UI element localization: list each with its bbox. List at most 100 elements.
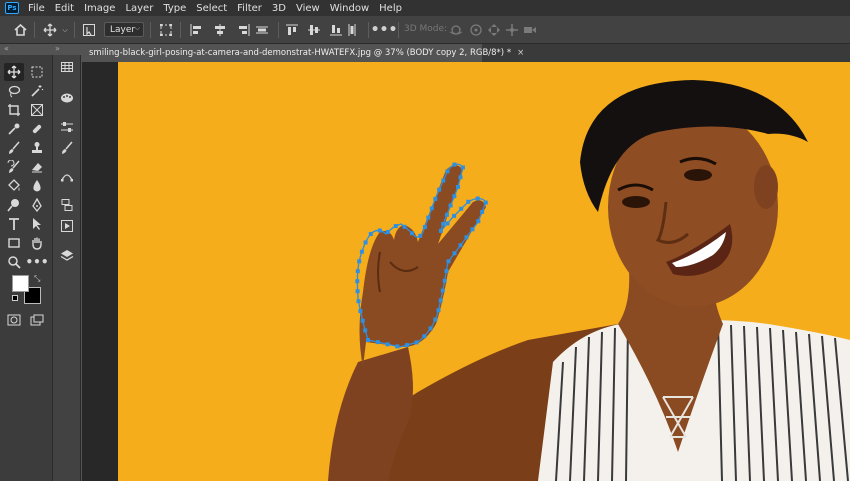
anchor-point[interactable] [452,213,457,218]
dodge-icon[interactable] [4,196,24,214]
type-icon[interactable] [4,215,24,233]
auto-select-target-dropdown[interactable]: Layer ⌵ [104,22,144,37]
anchor-point[interactable] [377,228,382,233]
anchor-point[interactable] [360,318,365,323]
auto-select-icon[interactable] [80,21,98,39]
anchor-point[interactable] [466,199,471,204]
zoom-icon[interactable] [4,253,24,271]
adjust-icon[interactable] [57,118,77,136]
swatches-icon[interactable] [57,58,77,76]
magic-wand-icon[interactable] [27,82,47,100]
align-left-icon[interactable] [186,21,206,39]
anchor-point[interactable] [429,206,434,211]
rectangle-icon[interactable] [4,234,24,252]
document-tab[interactable]: smiling-black-girl-posing-at-camera-and-… [82,44,524,62]
more-options-icon[interactable]: ••• [371,21,398,39]
more-tools-icon[interactable]: ••• [26,253,49,271]
distribute-vertical-icon[interactable] [342,21,362,39]
move-tool-icon[interactable] [4,63,24,81]
default-colors-icon[interactable] [12,295,18,301]
anchor-point[interactable] [438,228,443,233]
anchor-point[interactable] [440,288,445,293]
anchor-point[interactable] [446,259,451,264]
anchor-point[interactable] [437,187,442,192]
3d-orbit-icon[interactable] [446,21,466,39]
anchor-point[interactable] [393,224,398,228]
anchor-point[interactable] [456,184,460,189]
menu-select[interactable]: Select [191,3,232,14]
pen-icon[interactable] [27,196,47,214]
layers-icon[interactable] [57,247,77,265]
quick-mask-icon[interactable] [4,311,24,329]
anchor-point[interactable] [459,206,464,211]
anchor-point[interactable] [464,235,469,240]
anchor-point[interactable] [470,227,475,232]
anchor-point[interactable] [452,194,457,199]
frame-icon[interactable] [27,101,47,119]
anchor-point[interactable] [436,308,441,313]
anchor-point[interactable] [422,334,427,339]
anchor-point[interactable] [458,175,463,180]
distribute-icon[interactable] [252,21,272,39]
align-right-icon[interactable] [234,21,254,39]
paths-icon[interactable] [57,167,77,185]
eraser-icon[interactable] [27,158,47,176]
menu-window[interactable]: Window [325,3,374,14]
paint-bucket-icon[interactable] [4,177,24,195]
anchor-point[interactable] [458,243,463,248]
anchor-point[interactable] [476,219,481,224]
home-icon[interactable] [10,21,30,39]
rectangular-marquee-icon[interactable] [27,63,47,81]
swap-colors-icon[interactable]: ⤡ [34,274,40,284]
blur-icon[interactable] [27,177,47,195]
collapse-panels-icon[interactable]: » [55,44,60,54]
anchor-point[interactable] [359,249,364,254]
anchor-point[interactable] [357,259,362,264]
menu-image[interactable]: Image [79,3,120,14]
crop-icon[interactable] [4,101,24,119]
align-top-icon[interactable] [282,21,302,39]
anchor-point[interactable] [433,317,438,322]
anchor-point[interactable] [405,343,409,348]
libraries-icon[interactable] [57,88,77,106]
menu-type[interactable]: Type [158,3,191,14]
foreground-color-swatch[interactable] [12,275,29,292]
3d-camera-icon[interactable] [520,21,540,39]
photoshop-logo[interactable]: Ps [5,2,19,14]
anchor-point[interactable] [445,221,450,226]
anchor-point[interactable] [356,299,361,304]
lasso-icon[interactable] [4,82,24,100]
clone-stamp-icon[interactable] [27,139,47,157]
anchor-point[interactable] [418,233,423,238]
anchor-point[interactable] [428,326,433,331]
anchor-point[interactable] [385,342,390,347]
anchor-point[interactable] [422,225,427,229]
menu-layer[interactable]: Layer [120,3,158,14]
transform-controls-icon[interactable] [156,21,176,39]
close-icon[interactable]: × [517,48,524,58]
menu-filter[interactable]: Filter [232,3,267,14]
anchor-point[interactable] [355,279,360,284]
menu-file[interactable]: File [23,3,50,14]
path-selection-icon[interactable] [27,215,47,233]
collapse-toolbar-icon[interactable]: « [4,44,9,54]
eyedropper-icon[interactable] [4,120,24,138]
anchor-point[interactable] [460,165,465,170]
menu-edit[interactable]: Edit [50,3,79,14]
brush-icon[interactable] [4,139,24,157]
anchor-point[interactable] [433,196,438,201]
anchor-point[interactable] [375,340,380,345]
anchor-point[interactable] [395,344,400,349]
anchor-point[interactable] [363,328,368,333]
image-canvas[interactable] [118,62,850,481]
3d-roll-icon[interactable] [466,21,486,39]
history-brush-icon[interactable] [4,158,24,176]
3d-slide-icon[interactable] [502,21,522,39]
anchor-point[interactable] [385,230,390,234]
anchor-point[interactable] [448,203,453,208]
anchor-point[interactable] [366,338,370,342]
anchor-point[interactable] [480,209,485,214]
anchor-point[interactable] [410,231,414,236]
anchor-point[interactable] [442,278,447,283]
anchor-point[interactable] [444,269,449,273]
